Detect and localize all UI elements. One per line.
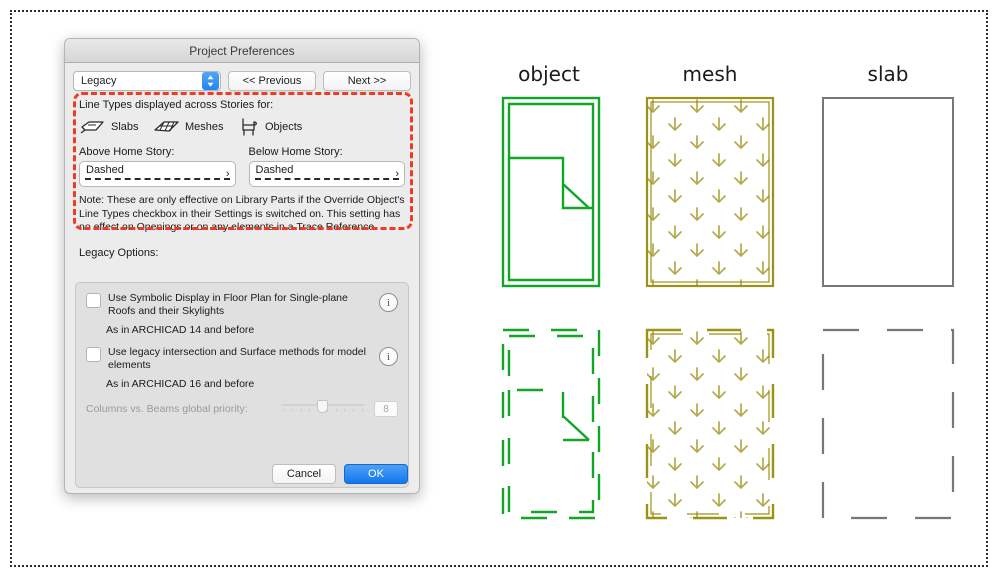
below-home-story-field: Below Home Story: Dashed ›	[248, 146, 405, 187]
project-preferences-dialog: Project Preferences Legacy << Previous N…	[64, 38, 420, 494]
previous-button[interactable]: << Previous	[228, 71, 316, 91]
above-home-story-value: Dashed	[86, 164, 124, 176]
chevron-right-icon: ›	[395, 168, 399, 180]
below-home-story-label: Below Home Story:	[248, 146, 343, 158]
below-home-story-value: Dashed	[255, 164, 294, 176]
legacy-intersection-subnote: As in ARCHICAD 16 and before	[106, 378, 255, 390]
drawing-title-object: object	[518, 62, 580, 86]
drawing-title-slab: slab	[867, 62, 909, 86]
preference-scheme-value: Legacy	[81, 75, 117, 87]
line-types-section: Line Types displayed across Stories for:…	[65, 99, 419, 235]
symbolic-display-label: Use Symbolic Display in Floor Plan for S…	[108, 292, 348, 317]
mesh-solid	[645, 96, 775, 288]
ok-button[interactable]: OK	[344, 464, 408, 484]
home-story-line-type-fields: Above Home Story: Dashed › Below Home St…	[79, 146, 405, 187]
legacy-option-1-row[interactable]: Use Symbolic Display in Floor Plan for S…	[86, 292, 398, 318]
legacy-intersection-label: Use legacy intersection and Surface meth…	[108, 346, 366, 371]
info-icon[interactable]: i	[379, 347, 398, 366]
symbolic-display-checkbox[interactable]	[86, 293, 101, 308]
mesh-dashed	[645, 328, 775, 520]
column-beam-priority-label: Columns vs. Beams global priority:	[86, 403, 248, 415]
slider-knob[interactable]	[317, 400, 328, 413]
next-button[interactable]: Next >>	[323, 71, 411, 91]
column-beam-priority-value[interactable]: 8	[374, 401, 398, 417]
type-item-meshes: Meshes	[153, 118, 239, 136]
chevron-right-icon: ›	[225, 168, 230, 180]
updown-arrows-glyph	[207, 75, 214, 87]
legacy-intersection-checkbox[interactable]	[86, 347, 101, 362]
column-beam-priority-row: Columns vs. Beams global priority: 8	[86, 400, 398, 418]
dialog-footer: Cancel OK	[272, 464, 408, 484]
object-bed-solid	[501, 96, 601, 288]
type-label-meshes: Meshes	[185, 121, 224, 133]
dialog-title: Project Preferences	[189, 43, 295, 58]
legacy-options-heading: Legacy Options:	[79, 246, 159, 259]
drawing-title-mesh: mesh	[682, 62, 738, 86]
line-types-heading: Line Types displayed across Stories for:	[79, 99, 274, 111]
above-home-story-line-preview	[85, 178, 230, 180]
slab-solid	[822, 97, 954, 287]
above-home-story-popup[interactable]: Dashed ›	[79, 161, 236, 187]
type-label-slabs: Slabs	[111, 121, 139, 133]
dialog-toolbar: Legacy << Previous Next >>	[65, 63, 419, 97]
slab-dashed	[821, 328, 955, 520]
legacy-option-2-row[interactable]: Use legacy intersection and Surface meth…	[86, 346, 398, 372]
symbolic-display-subnote: As in ARCHICAD 14 and before	[106, 324, 255, 336]
chevron-updown-icon	[202, 72, 219, 90]
above-home-story-label: Above Home Story:	[79, 146, 175, 158]
below-home-story-popup[interactable]: Dashed ›	[248, 161, 405, 187]
info-icon[interactable]: i	[379, 293, 398, 312]
object-bed-dashed	[501, 328, 601, 520]
legacy-options-panel: Use Symbolic Display in Floor Plan for S…	[75, 282, 409, 488]
cancel-button[interactable]: Cancel	[272, 464, 336, 484]
preference-scheme-popup[interactable]: Legacy	[73, 71, 221, 91]
element-type-row: Slabs Meshes Objects	[79, 117, 405, 137]
type-item-objects: Objects	[239, 117, 302, 137]
column-beam-priority-slider[interactable]	[281, 400, 365, 418]
type-label-objects: Objects	[265, 121, 303, 133]
slab-icon	[80, 121, 104, 134]
above-home-story-field: Above Home Story: Dashed ›	[79, 146, 236, 187]
chair-icon	[242, 118, 257, 136]
dialog-titlebar: Project Preferences	[65, 39, 419, 63]
below-home-story-line-preview	[254, 178, 399, 180]
mesh-icon	[154, 121, 179, 132]
type-item-slabs: Slabs	[79, 118, 153, 136]
line-types-note: Note: These are only effective on Librar…	[79, 194, 405, 233]
